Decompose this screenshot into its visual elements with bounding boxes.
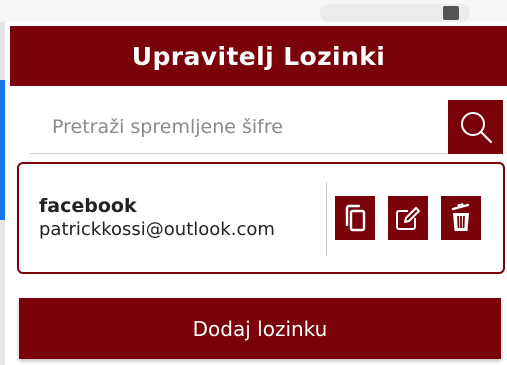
popup-header: Upravitelj Lozinki	[10, 26, 507, 86]
background-extension-icon	[443, 6, 459, 20]
search-input[interactable]	[30, 100, 448, 154]
copy-icon	[345, 204, 366, 232]
search-bar	[30, 100, 506, 154]
edit-icon	[396, 207, 420, 230]
entry-details: facebook patrickkossi@outlook.com	[39, 194, 275, 242]
entry-divider	[326, 182, 327, 256]
popup-title: Upravitelj Lozinki	[131, 41, 386, 71]
edit-button[interactable]	[388, 196, 428, 240]
delete-button[interactable]	[441, 196, 481, 240]
search-icon	[460, 112, 492, 144]
background-page-accent	[0, 80, 5, 220]
password-entry: facebook patrickkossi@outlook.com	[17, 162, 505, 274]
search-button[interactable]	[448, 100, 503, 154]
entry-username: patrickkossi@outlook.com	[39, 219, 275, 240]
password-manager-popup: Upravitelj Lozinki facebook patrickkossi…	[10, 26, 507, 365]
trash-icon	[451, 203, 470, 231]
copy-button[interactable]	[335, 196, 375, 240]
add-password-button[interactable]: Dodaj lozinku	[19, 298, 501, 359]
entry-site-name: facebook	[39, 195, 137, 217]
